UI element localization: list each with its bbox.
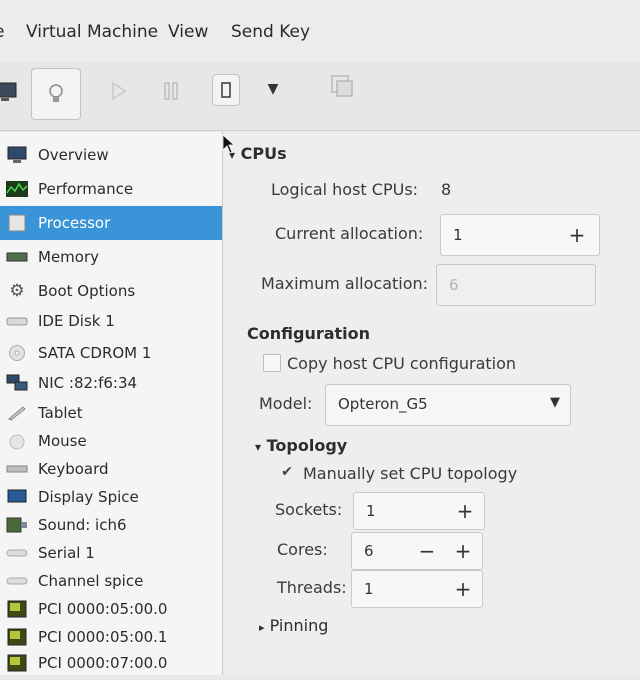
mouse-icon [6, 432, 28, 450]
sidebar-item-overview[interactable]: Overview [0, 138, 222, 172]
current-allocation-spinbox[interactable]: + [440, 214, 600, 256]
threads-spinbox[interactable]: + [351, 570, 483, 608]
check-icon: ✔ [281, 464, 293, 480]
disk-icon [6, 312, 28, 330]
processor-details-panel: ▾ CPUs Logical host CPUs: 8 Current allo… [223, 132, 640, 675]
sockets-spinbox[interactable]: + [353, 492, 485, 530]
tablet-icon [6, 404, 28, 422]
sound-icon [6, 516, 28, 534]
model-combobox-value: Opteron_G5 [338, 395, 428, 413]
cdrom-icon [6, 344, 28, 362]
network-icon [6, 374, 28, 392]
sidebar-item-label: NIC :82:f6:34 [38, 374, 138, 392]
current-allocation-label: Current allocation: [275, 224, 424, 243]
pci-card-icon [6, 628, 28, 646]
serial-icon [6, 544, 28, 562]
sidebar-item-label: SATA CDROM 1 [38, 344, 152, 362]
gear-icon: ⚙ [9, 281, 25, 301]
keyboard-icon [6, 460, 28, 478]
threads-plus-button[interactable]: + [448, 571, 478, 607]
logical-host-cpus-value: 8 [441, 180, 452, 199]
sidebar-item-label: Channel spice [38, 572, 144, 590]
power-icon[interactable] [212, 74, 240, 106]
maximum-allocation-spinbox[interactable] [436, 264, 596, 306]
sidebar-item-label: Performance [38, 180, 134, 198]
chevron-down-icon: ▼ [550, 395, 560, 410]
menu-send-key[interactable]: Send Key [231, 22, 310, 42]
sidebar-item-label: PCI 0000:05:00.1 [38, 628, 168, 646]
sidebar-item-sata-cdrom-1[interactable]: SATA CDROM 1 [0, 336, 222, 370]
manual-topology-checkbox[interactable]: ✔ [279, 464, 295, 480]
current-allocation-input[interactable] [441, 225, 555, 245]
cores-spinbox[interactable]: − + [351, 532, 483, 570]
configuration-section-header: Configuration [247, 324, 371, 343]
threads-input[interactable] [352, 579, 426, 599]
sidebar-item-label: Boot Options [38, 282, 136, 300]
sidebar-item-label: Keyboard [38, 460, 109, 478]
threads-label: Threads: [277, 578, 347, 597]
sidebar-device-list: Overview Performance Processor Memory ⚙ … [0, 132, 223, 675]
logical-host-cpus-label: Logical host CPUs: [271, 180, 419, 199]
cores-minus-button[interactable]: − [412, 533, 442, 569]
monitor-icon[interactable] [0, 72, 18, 112]
menubar: e Virtual Machine View Send Key [0, 0, 640, 62]
sidebar-item-label: Memory [38, 248, 100, 266]
sockets-label: Sockets: [275, 500, 343, 519]
cores-label: Cores: [277, 540, 328, 559]
monitor-icon [6, 146, 28, 164]
pause-icon[interactable] [160, 76, 184, 106]
menu-virtual-machine[interactable]: Virtual Machine [26, 22, 158, 42]
sidebar-item-memory[interactable]: Memory [0, 240, 222, 274]
sidebar-item-label: PCI 0000:05:00.0 [38, 600, 168, 618]
toolbar: ▼ [0, 62, 640, 131]
sockets-input[interactable] [354, 501, 428, 521]
sidebar-item-label: Serial 1 [38, 544, 95, 562]
sidebar-item-label: Sound: ich6 [38, 516, 127, 534]
menu-view[interactable]: View [168, 22, 208, 42]
copy-host-cpu-label: Copy host CPU configuration [287, 354, 517, 373]
channel-icon [6, 572, 28, 590]
sidebar-item-label: Display Spice [38, 488, 139, 506]
mouse-pointer-icon [222, 134, 236, 158]
sidebar-item-label: IDE Disk 1 [38, 312, 115, 330]
cores-input[interactable] [352, 541, 416, 561]
topology-section-header[interactable]: ▾ Topology [255, 436, 347, 455]
manual-topology-label: Manually set CPU topology [303, 464, 518, 483]
sidebar-item-nic[interactable]: NIC :82:f6:34 [0, 366, 222, 400]
maximum-allocation-input[interactable] [437, 275, 551, 295]
sidebar-item-label: Processor [38, 214, 111, 232]
sidebar-item-processor[interactable]: Processor [0, 206, 222, 240]
sidebar-item-label: Mouse [38, 432, 87, 450]
processor-icon [6, 214, 28, 232]
menu-file[interactable]: e [0, 22, 4, 42]
screenshot-icon[interactable] [328, 70, 356, 104]
sidebar-item-ide-disk-1[interactable]: IDE Disk 1 [0, 304, 222, 338]
display-icon [6, 488, 28, 506]
sidebar-item-boot-options[interactable]: ⚙ Boot Options [0, 274, 222, 308]
maximum-allocation-label: Maximum allocation: [261, 274, 429, 293]
dropdown-arrow-icon[interactable]: ▼ [262, 78, 284, 100]
sidebar-item-label: PCI 0000:07:00.0 [38, 654, 168, 672]
lightbulb-icon[interactable] [31, 68, 81, 120]
cpus-section-header: ▾ CPUs [229, 144, 287, 163]
model-combobox[interactable]: Opteron_G5 ▼ [325, 384, 571, 426]
cores-plus-button[interactable]: + [448, 533, 478, 569]
memory-icon [6, 248, 28, 266]
play-icon[interactable] [108, 76, 130, 106]
pinning-section-header[interactable]: ▸ Pinning [259, 616, 328, 635]
pci-card-icon [6, 654, 28, 672]
sidebar-item-label: Overview [38, 146, 109, 164]
sidebar-item-performance[interactable]: Performance [0, 172, 222, 206]
copy-host-cpu-checkbox[interactable] [263, 354, 281, 372]
performance-graph-icon [6, 180, 28, 198]
sockets-plus-button[interactable]: + [450, 493, 480, 529]
sidebar-item-label: Tablet [38, 404, 83, 422]
current-allocation-plus-button[interactable]: + [559, 215, 595, 255]
expander-collapsed-icon: ▸ [259, 621, 265, 634]
pci-card-icon [6, 600, 28, 618]
expander-arrow-icon: ▾ [255, 440, 262, 454]
model-label: Model: [259, 394, 313, 413]
